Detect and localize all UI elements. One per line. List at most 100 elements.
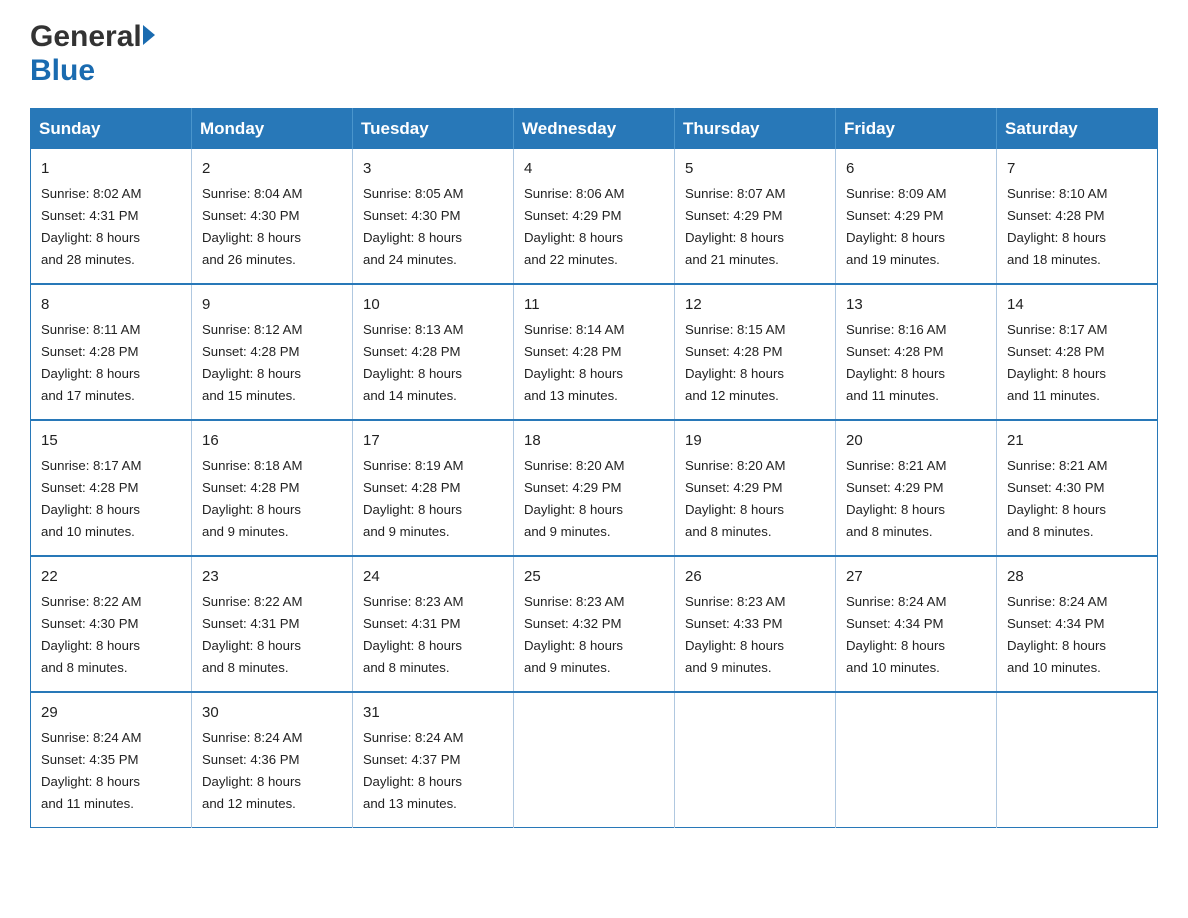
weekday-header-thursday: Thursday xyxy=(675,109,836,150)
day-number: 1 xyxy=(41,157,181,180)
day-info: Sunrise: 8:02 AMSunset: 4:31 PMDaylight:… xyxy=(41,186,141,267)
week-row-1: 1 Sunrise: 8:02 AMSunset: 4:31 PMDayligh… xyxy=(31,149,1158,284)
day-info: Sunrise: 8:05 AMSunset: 4:30 PMDaylight:… xyxy=(363,186,463,267)
week-row-3: 15 Sunrise: 8:17 AMSunset: 4:28 PMDaylig… xyxy=(31,420,1158,556)
weekday-header-wednesday: Wednesday xyxy=(514,109,675,150)
calendar-cell: 9 Sunrise: 8:12 AMSunset: 4:28 PMDayligh… xyxy=(192,284,353,420)
calendar-cell: 15 Sunrise: 8:17 AMSunset: 4:28 PMDaylig… xyxy=(31,420,192,556)
day-number: 20 xyxy=(846,429,986,452)
day-number: 21 xyxy=(1007,429,1147,452)
calendar-cell xyxy=(997,692,1158,827)
calendar-cell: 21 Sunrise: 8:21 AMSunset: 4:30 PMDaylig… xyxy=(997,420,1158,556)
day-info: Sunrise: 8:18 AMSunset: 4:28 PMDaylight:… xyxy=(202,458,302,539)
day-number: 16 xyxy=(202,429,342,452)
calendar-cell: 20 Sunrise: 8:21 AMSunset: 4:29 PMDaylig… xyxy=(836,420,997,556)
day-info: Sunrise: 8:04 AMSunset: 4:30 PMDaylight:… xyxy=(202,186,302,267)
day-number: 19 xyxy=(685,429,825,452)
day-number: 13 xyxy=(846,293,986,316)
day-info: Sunrise: 8:23 AMSunset: 4:31 PMDaylight:… xyxy=(363,594,463,675)
day-info: Sunrise: 8:14 AMSunset: 4:28 PMDaylight:… xyxy=(524,322,624,403)
day-number: 4 xyxy=(524,157,664,180)
day-info: Sunrise: 8:12 AMSunset: 4:28 PMDaylight:… xyxy=(202,322,302,403)
day-number: 6 xyxy=(846,157,986,180)
day-number: 27 xyxy=(846,565,986,588)
day-number: 3 xyxy=(363,157,503,180)
day-number: 18 xyxy=(524,429,664,452)
day-number: 25 xyxy=(524,565,664,588)
day-info: Sunrise: 8:20 AMSunset: 4:29 PMDaylight:… xyxy=(524,458,624,539)
day-info: Sunrise: 8:11 AMSunset: 4:28 PMDaylight:… xyxy=(41,322,140,403)
day-info: Sunrise: 8:10 AMSunset: 4:28 PMDaylight:… xyxy=(1007,186,1107,267)
calendar-cell: 10 Sunrise: 8:13 AMSunset: 4:28 PMDaylig… xyxy=(353,284,514,420)
weekday-header-tuesday: Tuesday xyxy=(353,109,514,150)
day-info: Sunrise: 8:23 AMSunset: 4:33 PMDaylight:… xyxy=(685,594,785,675)
day-info: Sunrise: 8:24 AMSunset: 4:36 PMDaylight:… xyxy=(202,730,302,811)
day-number: 17 xyxy=(363,429,503,452)
day-number: 15 xyxy=(41,429,181,452)
weekday-header-monday: Monday xyxy=(192,109,353,150)
calendar-cell: 3 Sunrise: 8:05 AMSunset: 4:30 PMDayligh… xyxy=(353,149,514,284)
day-number: 9 xyxy=(202,293,342,316)
day-info: Sunrise: 8:23 AMSunset: 4:32 PMDaylight:… xyxy=(524,594,624,675)
day-number: 22 xyxy=(41,565,181,588)
calendar-cell: 31 Sunrise: 8:24 AMSunset: 4:37 PMDaylig… xyxy=(353,692,514,827)
calendar-cell: 27 Sunrise: 8:24 AMSunset: 4:34 PMDaylig… xyxy=(836,556,997,692)
day-info: Sunrise: 8:20 AMSunset: 4:29 PMDaylight:… xyxy=(685,458,785,539)
day-info: Sunrise: 8:09 AMSunset: 4:29 PMDaylight:… xyxy=(846,186,946,267)
calendar-cell: 8 Sunrise: 8:11 AMSunset: 4:28 PMDayligh… xyxy=(31,284,192,420)
calendar-cell: 29 Sunrise: 8:24 AMSunset: 4:35 PMDaylig… xyxy=(31,692,192,827)
week-row-5: 29 Sunrise: 8:24 AMSunset: 4:35 PMDaylig… xyxy=(31,692,1158,827)
calendar-cell xyxy=(836,692,997,827)
day-number: 26 xyxy=(685,565,825,588)
calendar-cell: 28 Sunrise: 8:24 AMSunset: 4:34 PMDaylig… xyxy=(997,556,1158,692)
calendar-cell: 11 Sunrise: 8:14 AMSunset: 4:28 PMDaylig… xyxy=(514,284,675,420)
calendar-cell: 18 Sunrise: 8:20 AMSunset: 4:29 PMDaylig… xyxy=(514,420,675,556)
weekday-header-row: SundayMondayTuesdayWednesdayThursdayFrid… xyxy=(31,109,1158,150)
day-number: 5 xyxy=(685,157,825,180)
calendar-cell: 14 Sunrise: 8:17 AMSunset: 4:28 PMDaylig… xyxy=(997,284,1158,420)
day-info: Sunrise: 8:17 AMSunset: 4:28 PMDaylight:… xyxy=(1007,322,1107,403)
day-number: 31 xyxy=(363,701,503,724)
weekday-header-friday: Friday xyxy=(836,109,997,150)
calendar-cell: 26 Sunrise: 8:23 AMSunset: 4:33 PMDaylig… xyxy=(675,556,836,692)
calendar-cell: 25 Sunrise: 8:23 AMSunset: 4:32 PMDaylig… xyxy=(514,556,675,692)
calendar-cell: 7 Sunrise: 8:10 AMSunset: 4:28 PMDayligh… xyxy=(997,149,1158,284)
calendar-cell: 23 Sunrise: 8:22 AMSunset: 4:31 PMDaylig… xyxy=(192,556,353,692)
day-info: Sunrise: 8:21 AMSunset: 4:30 PMDaylight:… xyxy=(1007,458,1107,539)
day-info: Sunrise: 8:24 AMSunset: 4:34 PMDaylight:… xyxy=(846,594,946,675)
day-info: Sunrise: 8:24 AMSunset: 4:35 PMDaylight:… xyxy=(41,730,141,811)
day-number: 29 xyxy=(41,701,181,724)
week-row-4: 22 Sunrise: 8:22 AMSunset: 4:30 PMDaylig… xyxy=(31,556,1158,692)
weekday-header-sunday: Sunday xyxy=(31,109,192,150)
calendar-cell: 16 Sunrise: 8:18 AMSunset: 4:28 PMDaylig… xyxy=(192,420,353,556)
day-number: 10 xyxy=(363,293,503,316)
day-info: Sunrise: 8:24 AMSunset: 4:34 PMDaylight:… xyxy=(1007,594,1107,675)
day-info: Sunrise: 8:15 AMSunset: 4:28 PMDaylight:… xyxy=(685,322,785,403)
calendar-cell: 19 Sunrise: 8:20 AMSunset: 4:29 PMDaylig… xyxy=(675,420,836,556)
calendar-cell: 12 Sunrise: 8:15 AMSunset: 4:28 PMDaylig… xyxy=(675,284,836,420)
day-number: 14 xyxy=(1007,293,1147,316)
calendar-cell: 13 Sunrise: 8:16 AMSunset: 4:28 PMDaylig… xyxy=(836,284,997,420)
week-row-2: 8 Sunrise: 8:11 AMSunset: 4:28 PMDayligh… xyxy=(31,284,1158,420)
day-info: Sunrise: 8:13 AMSunset: 4:28 PMDaylight:… xyxy=(363,322,463,403)
calendar-cell: 24 Sunrise: 8:23 AMSunset: 4:31 PMDaylig… xyxy=(353,556,514,692)
calendar-cell: 30 Sunrise: 8:24 AMSunset: 4:36 PMDaylig… xyxy=(192,692,353,827)
calendar-cell xyxy=(514,692,675,827)
day-number: 2 xyxy=(202,157,342,180)
calendar-table: SundayMondayTuesdayWednesdayThursdayFrid… xyxy=(30,108,1158,828)
calendar-cell: 22 Sunrise: 8:22 AMSunset: 4:30 PMDaylig… xyxy=(31,556,192,692)
day-number: 30 xyxy=(202,701,342,724)
day-number: 8 xyxy=(41,293,181,316)
day-info: Sunrise: 8:19 AMSunset: 4:28 PMDaylight:… xyxy=(363,458,463,539)
day-info: Sunrise: 8:17 AMSunset: 4:28 PMDaylight:… xyxy=(41,458,141,539)
day-info: Sunrise: 8:24 AMSunset: 4:37 PMDaylight:… xyxy=(363,730,463,811)
day-number: 23 xyxy=(202,565,342,588)
logo-general-text: General xyxy=(30,20,142,54)
calendar-cell: 6 Sunrise: 8:09 AMSunset: 4:29 PMDayligh… xyxy=(836,149,997,284)
calendar-cell: 2 Sunrise: 8:04 AMSunset: 4:30 PMDayligh… xyxy=(192,149,353,284)
calendar-cell: 5 Sunrise: 8:07 AMSunset: 4:29 PMDayligh… xyxy=(675,149,836,284)
page-header: General Blue xyxy=(30,20,1158,88)
logo-arrow-icon xyxy=(143,25,155,45)
logo-blue-text: Blue xyxy=(30,54,95,88)
day-number: 28 xyxy=(1007,565,1147,588)
